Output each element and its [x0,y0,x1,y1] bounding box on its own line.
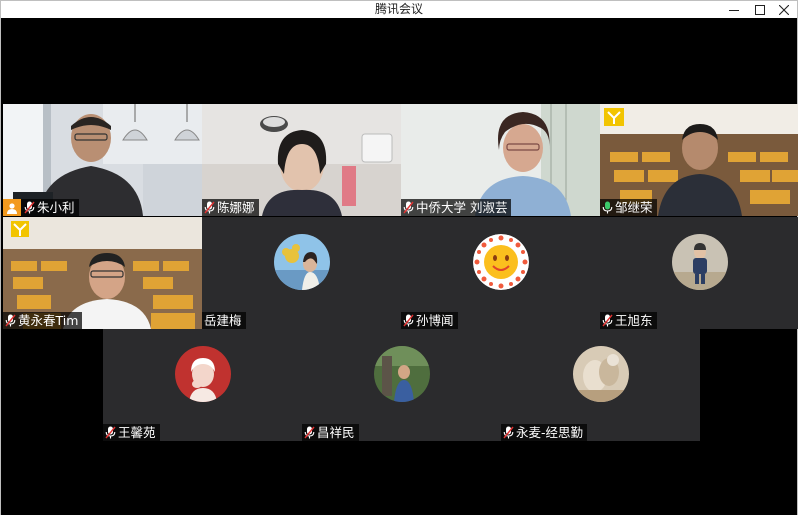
microphone-muted-icon [5,314,16,327]
microphone-muted-icon [503,426,514,439]
microphone-muted-icon [602,314,613,327]
participant-name: 岳建梅 [204,313,242,328]
avatar [274,234,330,290]
participant-tile[interactable]: 岳建梅 [202,217,401,329]
participant-tile[interactable]: 朱小利 [3,104,202,216]
participant-tile-active-speaker[interactable]: 邹继荣 [600,104,798,216]
participant-name-bar: 岳建梅 [202,312,246,329]
maximize-icon [755,4,765,15]
title-bar: 腾讯会议 [1,1,797,18]
participant-name-bar: 王旭东 [600,312,657,329]
participant-name: 陈娜娜 [217,200,255,215]
participant-name: 昌祥民 [317,425,355,440]
host-badge [3,199,21,216]
minimize-icon [729,9,739,11]
participant-name: 孙博闻 [416,313,454,328]
participant-name-bar: 永麦-经思勤 [501,424,588,441]
participant-name: 邹继荣 [615,200,653,215]
meeting-window: 腾讯会议 朱小利 陈娜娜 中侨大学 刘淑芸 邹继荣 黄永春Tim 岳建梅 孙博闻… [0,0,798,515]
participant-name-bar: 陈娜娜 [202,199,259,216]
participant-name: 黄永春Tim [18,313,79,328]
participant-tile[interactable]: 中侨大学 刘淑芸 [401,104,600,216]
participant-name-bar: 朱小利 [3,199,79,216]
avatar [473,234,529,290]
microphone-muted-icon [304,426,315,439]
microphone-muted-icon [403,314,414,327]
participant-name: 中侨大学 刘淑芸 [416,200,508,215]
participant-tile[interactable]: 昌祥民 [302,329,501,441]
avatar [672,234,728,290]
host-icon [7,202,17,214]
participant-tile[interactable]: 王旭东 [600,217,798,329]
avatar [175,346,231,402]
participant-name-bar: 昌祥民 [302,424,359,441]
microphone-muted-icon [105,426,116,439]
window-title: 腾讯会议 [374,2,423,16]
participant-tile[interactable]: 王馨苑 [103,329,302,441]
microphone-muted-icon [204,201,215,214]
participant-name-bar: 黄永春Tim [3,312,83,329]
participant-tile[interactable]: 陈娜娜 [202,104,401,216]
participant-name-bar: 中侨大学 刘淑芸 [401,199,512,216]
microphone-active-icon [602,201,613,214]
participant-name: 朱小利 [37,200,75,215]
video-grid: 朱小利 陈娜娜 中侨大学 刘淑芸 邹继荣 黄永春Tim 岳建梅 孙博闻 王旭东 … [1,18,798,515]
close-icon [779,4,789,15]
participant-tile[interactable]: 孙博闻 [401,217,600,329]
close-button[interactable] [769,1,798,18]
participant-name: 永麦-经思勤 [516,425,584,440]
participant-tile[interactable]: 黄永春Tim [3,217,202,329]
participant-name-bar: 孙博闻 [401,312,458,329]
participant-name-bar: 王馨苑 [103,424,160,441]
participant-name: 王旭东 [615,313,653,328]
participant-tile[interactable]: 永麦-经思勤 [501,329,700,441]
participant-name-bar: 邹继荣 [600,199,657,216]
avatar [573,346,629,402]
microphone-muted-icon [403,201,414,214]
participant-name: 王馨苑 [118,425,156,440]
avatar [374,346,430,402]
microphone-icon [24,201,35,214]
